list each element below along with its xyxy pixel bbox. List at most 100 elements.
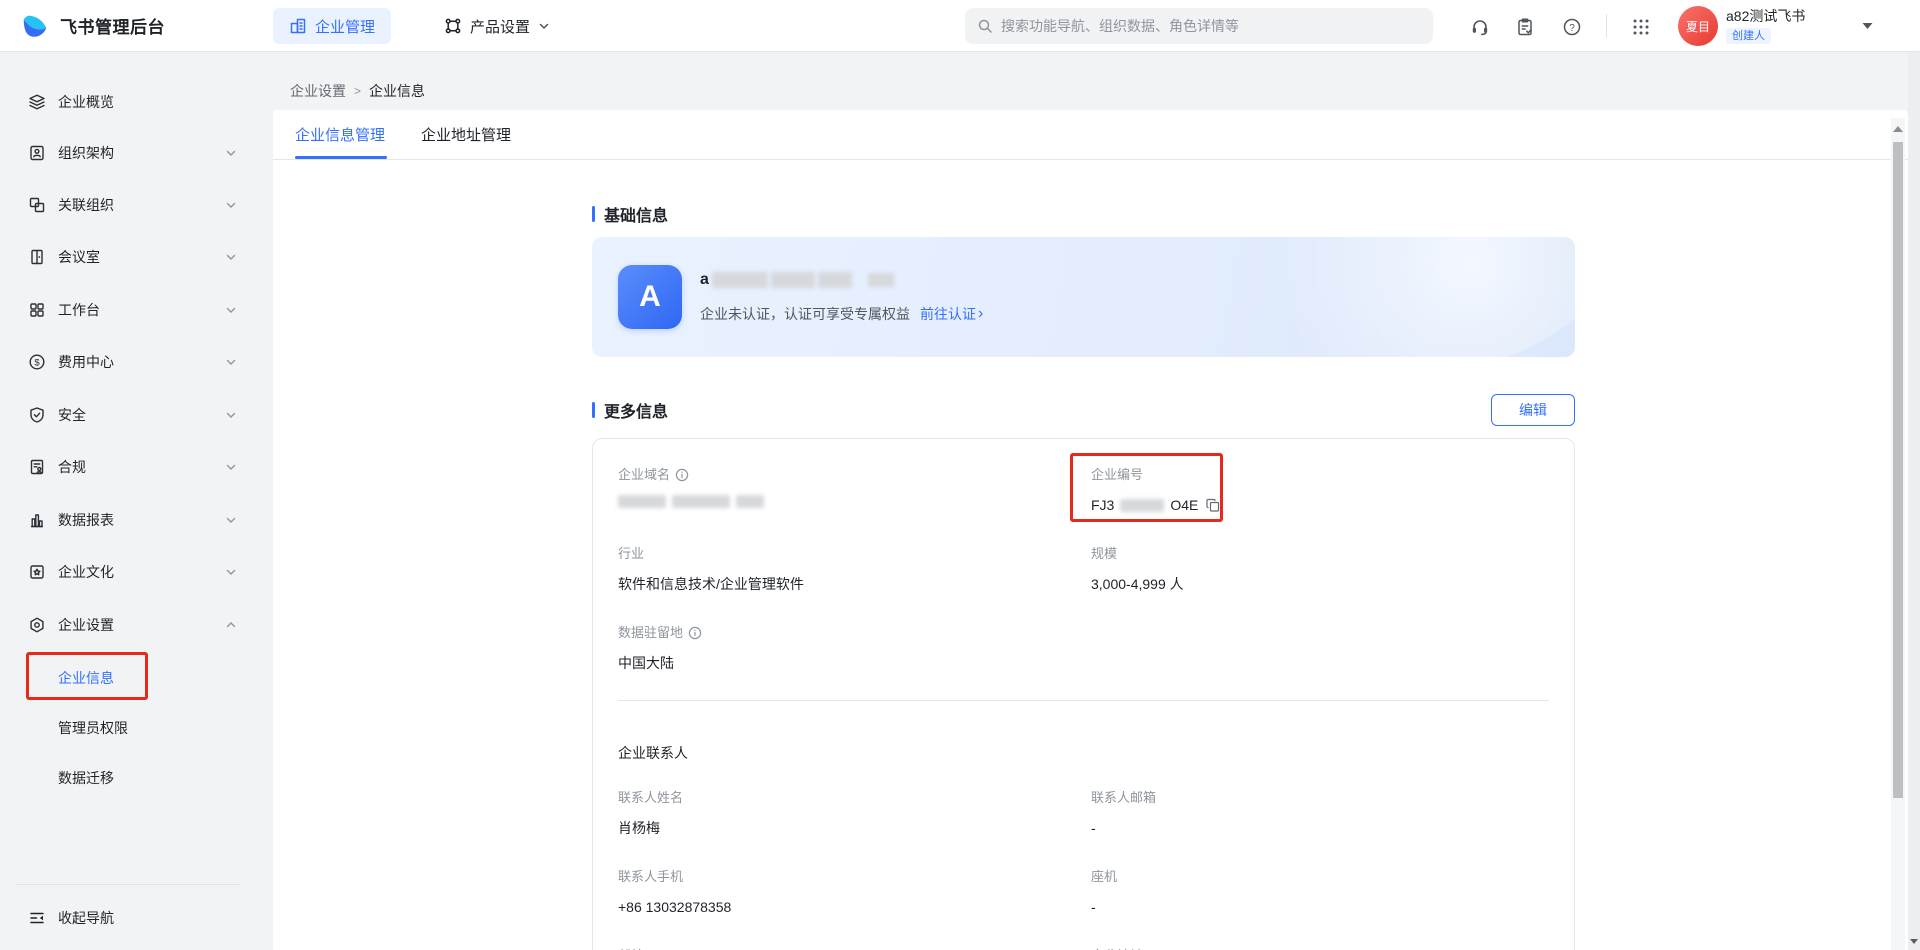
chevron-up-icon [225,619,237,631]
customer-service-headset-icon[interactable] [1466,14,1494,40]
info-icon[interactable] [675,468,689,482]
field-label: 行业 [618,546,644,562]
redaction-block [1120,499,1164,512]
edit-button[interactable]: 编辑 [1491,394,1575,426]
sidebar-item-label: 关联组织 [58,195,114,215]
user-menu-caret-icon[interactable] [1862,22,1873,30]
chevron-down-icon [225,304,237,316]
field-value: 中国大陆 [618,653,674,673]
help-icon[interactable]: ? [1558,14,1586,40]
field-contact-tel: 座机 - [1091,869,1549,917]
contact-section-title: 企业联系人 [618,743,1549,763]
scroll-up-arrow-icon[interactable] [1893,126,1903,132]
org-structure-icon [28,144,46,162]
sidebar-item-enterprise-settings[interactable]: 企业设置 [10,606,247,644]
sidebar-item-overview[interactable]: 企业概览 [10,83,247,121]
sidebar-subitem-label: 管理员权限 [58,718,128,738]
chevron-down-icon [225,199,237,211]
svg-text:$: $ [34,357,40,368]
redaction-block [618,495,666,508]
sidebar-item-data-migration[interactable]: 数据迁移 [10,759,247,797]
sidebar-item-billing[interactable]: $ 费用中心 [10,343,247,381]
breadcrumb-parent[interactable]: 企业设置 [290,81,346,101]
sidebar-item-admin-permissions[interactable]: 管理员权限 [10,709,247,747]
security-shield-icon [28,406,46,424]
sidebar-item-label: 组织架构 [58,143,114,163]
field-label: 联系人邮箱 [1091,790,1156,806]
user-menu[interactable]: a82测试飞书 创建人 [1726,7,1805,44]
collapse-nav-icon [28,909,46,927]
content-scrollbar-thumb[interactable] [1893,142,1903,798]
sidebar-item-culture[interactable]: 企业文化 [10,553,247,591]
nav-enterprise-management[interactable]: 企业管理 [273,8,391,44]
top-bar: 飞书管理后台 企业管理 产品设置 [0,0,1920,52]
field-label: 企业域名 [618,467,670,483]
copy-icon[interactable] [1206,498,1220,512]
settings-gear-icon [28,616,46,634]
product-nodes-icon [444,17,462,35]
app-grid-icon[interactable] [1627,14,1655,40]
sidebar-item-security[interactable]: 安全 [10,396,247,434]
user-name: a82测试飞书 [1726,7,1805,25]
tab-enterprise-info-management[interactable]: 企业信息管理 [295,124,385,145]
app-title: 飞书管理后台 [60,13,165,38]
scroll-down-arrow-icon[interactable] [1910,939,1918,944]
collapse-nav-button[interactable]: 收起导航 [10,899,247,937]
field-value: - [1091,818,1096,838]
field-label: 联系人手机 [618,869,683,885]
field-label: 企业编号 [1091,467,1143,483]
svg-text:?: ? [1569,23,1575,34]
sidebar-item-compliance[interactable]: 合规 [10,448,247,486]
section-accent-bar [592,402,595,418]
sidebar-item-enterprise-info[interactable]: 企业信息 [10,659,247,697]
sidebar-item-workplace[interactable]: 工作台 [10,291,247,329]
content-scrollbar[interactable] [1891,118,1905,950]
sidebar-item-org-structure[interactable]: 组织架构 [10,134,247,172]
org-summary-card: A a 企业未认证，认证可享受专属权益 前往认证 › [592,237,1575,357]
redaction-block [818,272,852,288]
app-logo-block[interactable]: 飞书管理后台 [20,10,165,40]
info-icon[interactable] [688,626,702,640]
go-certify-link[interactable]: 前往认证 › [920,304,983,324]
sidebar-subitem-label: 数据迁移 [58,768,114,788]
chevron-down-icon [225,566,237,578]
sidebar-item-linked-orgs[interactable]: 关联组织 [10,186,247,224]
sidebar-item-label: 会议室 [58,247,100,267]
sidebar-item-label: 企业设置 [58,615,114,635]
sidebar-item-label: 企业概览 [58,92,114,112]
redaction-block [736,495,764,508]
feedback-clipboard-icon[interactable] [1511,14,1539,40]
compliance-doc-icon [28,458,46,476]
sidebar-item-label: 数据报表 [58,510,114,530]
org-id-suffix: O4E [1170,495,1198,515]
field-value: 软件和信息技术/企业管理软件 [618,574,804,594]
chevron-down-icon [225,251,237,263]
sidebar-subitem-label: 企业信息 [58,668,114,688]
workplace-grid-icon [28,301,46,319]
sidebar-item-meeting-rooms[interactable]: 会议室 [10,238,247,276]
window-scrollbar[interactable] [1908,52,1920,950]
chevron-down-icon [225,514,237,526]
breadcrumb: 企业设置 > 企业信息 [290,81,425,101]
sidebar: 企业概览 组织架构 关联组织 会议室 [0,52,257,950]
breadcrumb-separator: > [354,84,361,98]
field-label: 数据驻留地 [618,625,683,641]
search-input[interactable] [1001,18,1421,34]
nav-label: 企业管理 [315,16,375,37]
overview-layers-icon [28,93,46,111]
section-title: 基础信息 [604,202,668,226]
field-value: 肖杨梅 [618,818,660,838]
chevron-right-icon: › [978,307,983,321]
more-info-section-header: 更多信息 [592,400,668,420]
chevron-down-icon [225,409,237,421]
field-scale: 规模 3,000-4,999 人 [1091,546,1549,594]
field-value: 3,000-4,999 人 [1091,574,1184,594]
tab-enterprise-address-management[interactable]: 企业地址管理 [421,124,511,145]
global-search[interactable] [965,8,1433,44]
nav-product-settings[interactable]: 产品设置 [428,8,566,44]
field-label: 座机 [1091,869,1117,885]
sidebar-item-data-reports[interactable]: 数据报表 [10,501,247,539]
billing-dollar-icon: $ [28,353,46,371]
user-avatar[interactable]: 夏目 [1678,6,1718,46]
chevron-down-icon [538,20,550,32]
